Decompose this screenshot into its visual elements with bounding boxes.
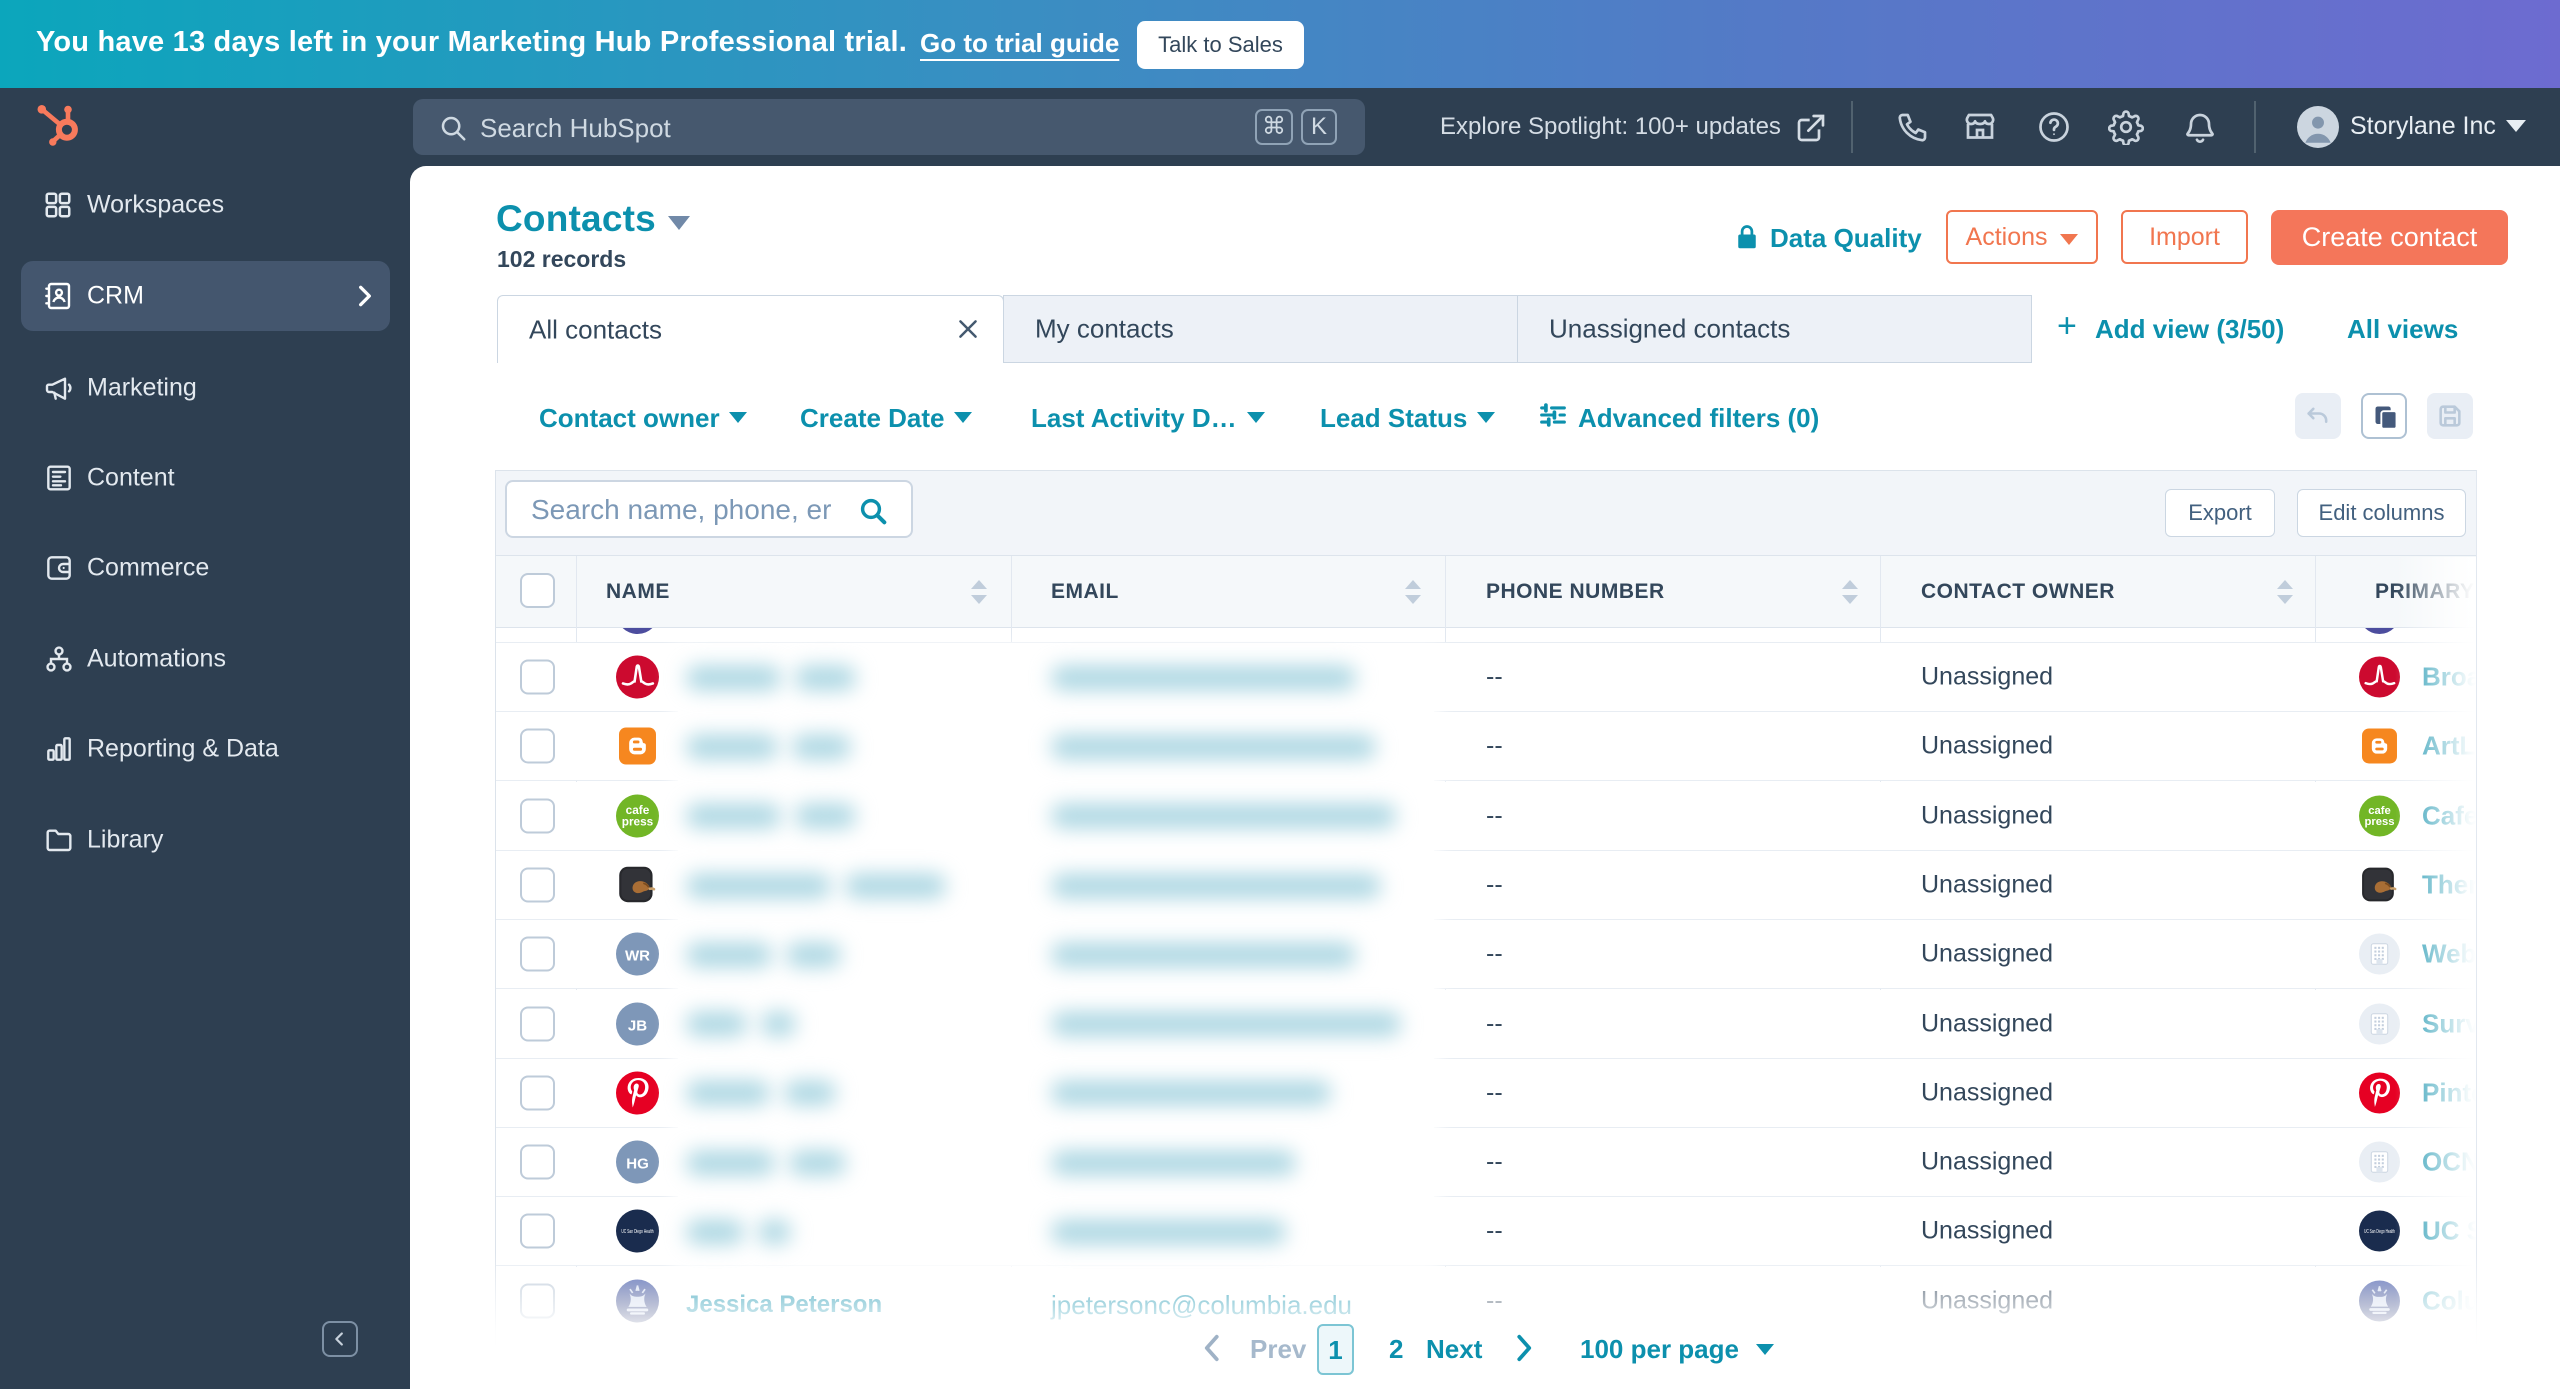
svg-text:HG: HG xyxy=(626,1156,649,1173)
svg-text:JB: JB xyxy=(628,1017,647,1034)
svg-text:cafe: cafe xyxy=(2368,805,2391,817)
svg-text:press: press xyxy=(2364,816,2394,828)
svg-text:press: press xyxy=(622,814,654,828)
svg-text:WR: WR xyxy=(625,948,650,965)
svg-text:UC San Diego Health: UC San Diego Health xyxy=(2364,1229,2395,1235)
svg-text:UC San Diego Health: UC San Diego Health xyxy=(621,1230,653,1236)
